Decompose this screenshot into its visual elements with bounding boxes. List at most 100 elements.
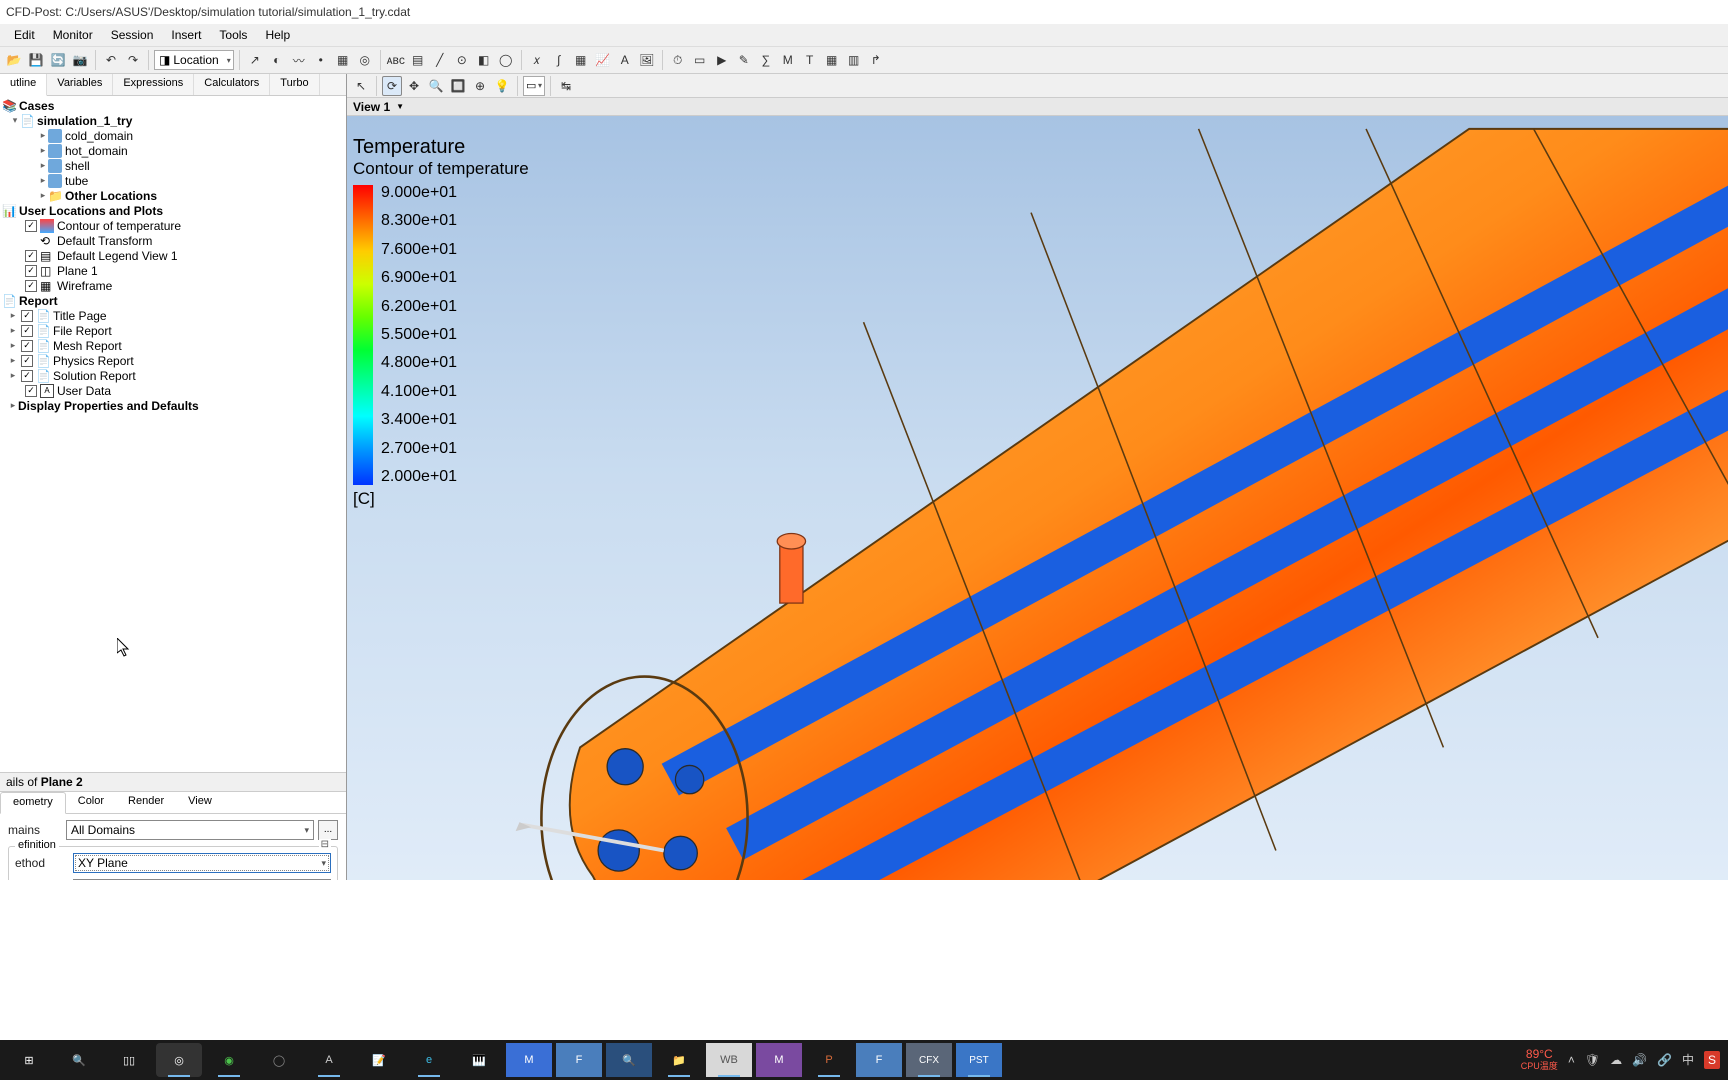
tab-turbo[interactable]: Turbo: [270, 74, 319, 95]
view-menu-icon[interactable]: ▼: [396, 102, 404, 111]
app-m1[interactable]: M: [506, 1043, 552, 1077]
tray-volume-icon[interactable]: 🔊: [1632, 1053, 1647, 1067]
calculator-icon[interactable]: ∑: [756, 50, 776, 70]
func1-icon[interactable]: ▦: [822, 50, 842, 70]
checkbox[interactable]: [21, 340, 33, 352]
rotate-light-icon[interactable]: 💡: [492, 76, 512, 96]
tab-variables[interactable]: Variables: [47, 74, 113, 95]
sync-icon[interactable]: ↹: [556, 76, 576, 96]
tree-item[interactable]: Wireframe: [57, 279, 112, 293]
point-icon[interactable]: ⊙: [452, 50, 472, 70]
display-props-node[interactable]: Display Properties and Defaults: [18, 399, 199, 413]
surface-icon[interactable]: ◯: [496, 50, 516, 70]
checkbox[interactable]: [25, 280, 37, 292]
checkbox[interactable]: [21, 355, 33, 367]
tree-item[interactable]: Physics Report: [53, 354, 134, 368]
domains-dropdown[interactable]: All Domains: [66, 820, 314, 840]
start-button[interactable]: ⊞: [6, 1043, 52, 1077]
timestep-icon[interactable]: ▭: [690, 50, 710, 70]
app-f2[interactable]: F: [856, 1043, 902, 1077]
comment-icon[interactable]: A: [615, 50, 635, 70]
case-node[interactable]: simulation_1_try: [37, 114, 132, 128]
text-icon[interactable]: ᴀʙᴄ: [386, 50, 406, 70]
collapse-icon[interactable]: ⊟: [319, 839, 331, 850]
macro-icon[interactable]: M: [778, 50, 798, 70]
expand-icon[interactable]: ▸: [8, 325, 18, 336]
animation-icon[interactable]: ▶: [712, 50, 732, 70]
app-obs[interactable]: ◎: [156, 1043, 202, 1077]
tree-item[interactable]: Title Page: [53, 309, 107, 323]
domain-node[interactable]: hot_domain: [65, 144, 128, 158]
domain-node[interactable]: shell: [65, 159, 90, 173]
search-button[interactable]: 🔍: [56, 1043, 102, 1077]
tray-net-icon[interactable]: 🔗: [1657, 1053, 1672, 1067]
isosurface-icon[interactable]: ◎: [355, 50, 375, 70]
timer-icon[interactable]: ⏱: [668, 50, 688, 70]
app-fluent[interactable]: F: [556, 1043, 602, 1077]
particle-icon[interactable]: •: [311, 50, 331, 70]
menu-help[interactable]: Help: [257, 26, 298, 44]
cpu-temp-widget[interactable]: 89°C CPU温度: [1521, 1048, 1558, 1071]
redo-icon[interactable]: ↷: [123, 50, 143, 70]
other-loc-node[interactable]: Other Locations: [65, 189, 157, 203]
pan-icon[interactable]: ✥: [404, 76, 424, 96]
app-browser[interactable]: ◉: [206, 1043, 252, 1077]
tab-view[interactable]: View: [176, 792, 224, 813]
outline-tree[interactable]: 📚 Cases ▾ 📄 simulation_1_try ▸cold_domai…: [0, 96, 346, 772]
volume-icon[interactable]: ▦: [333, 50, 353, 70]
domain-node[interactable]: cold_domain: [65, 129, 133, 143]
tray-up-icon[interactable]: ˄: [1568, 1053, 1575, 1067]
app-m2[interactable]: M: [756, 1043, 802, 1077]
streamline-icon[interactable]: 〰: [289, 50, 309, 70]
refresh-icon[interactable]: 🔄: [48, 50, 68, 70]
checkbox[interactable]: [25, 385, 37, 397]
snapshot-icon[interactable]: 📷: [70, 50, 90, 70]
expand-icon[interactable]: ▸: [8, 310, 18, 321]
turbo-icon[interactable]: T: [800, 50, 820, 70]
tab-geometry[interactable]: eometry: [0, 792, 66, 814]
report-node[interactable]: Report: [19, 294, 58, 308]
tray-security-icon[interactable]: 🛡: [1585, 1053, 1600, 1067]
vector-icon[interactable]: ↗: [245, 50, 265, 70]
expand-icon[interactable]: ▸: [38, 175, 48, 186]
tab-color[interactable]: Color: [66, 792, 116, 813]
domain-node[interactable]: tube: [65, 174, 88, 188]
select-icon[interactable]: ↖: [351, 76, 371, 96]
tab-expressions[interactable]: Expressions: [113, 74, 194, 95]
view-name[interactable]: View 1: [353, 100, 390, 114]
save-icon[interactable]: 💾: [26, 50, 46, 70]
menu-session[interactable]: Session: [103, 26, 162, 44]
expand-icon[interactable]: ▸: [8, 400, 18, 411]
clip-icon[interactable]: ◧: [474, 50, 494, 70]
app-piano[interactable]: 🎹: [456, 1043, 502, 1077]
fit-icon[interactable]: ⊕: [470, 76, 490, 96]
expand-icon[interactable]: ▸: [8, 340, 18, 351]
variable-icon[interactable]: 𝑥: [527, 50, 547, 70]
expand-icon[interactable]: ▸: [8, 370, 18, 381]
checkbox[interactable]: [21, 310, 33, 322]
cases-node[interactable]: Cases: [19, 99, 54, 113]
app-cfx[interactable]: CFX: [906, 1043, 952, 1077]
menu-edit[interactable]: Edit: [6, 26, 43, 44]
tab-outline[interactable]: utline: [0, 74, 47, 96]
app-ppt[interactable]: P: [806, 1043, 852, 1077]
method-dropdown[interactable]: XY Plane: [73, 853, 331, 873]
checkbox[interactable]: [21, 325, 33, 337]
table-icon[interactable]: ▦: [571, 50, 591, 70]
expand-icon[interactable]: ▸: [38, 190, 48, 201]
expand-icon[interactable]: ▸: [38, 130, 48, 141]
tree-item[interactable]: User Data: [57, 384, 111, 398]
app-autocad[interactable]: A: [306, 1043, 352, 1077]
tray-cloud-icon[interactable]: ☁: [1610, 1053, 1622, 1067]
tree-item[interactable]: Default Legend View 1: [57, 249, 178, 263]
line-icon[interactable]: ╱: [430, 50, 450, 70]
undo-icon[interactable]: ↶: [101, 50, 121, 70]
tray-input-icon[interactable]: S: [1704, 1051, 1720, 1069]
collapse-icon[interactable]: ▾: [10, 115, 20, 126]
checkbox[interactable]: [25, 265, 37, 277]
expression-icon[interactable]: ∫: [549, 50, 569, 70]
zoom-in-icon[interactable]: 🔍: [426, 76, 446, 96]
app-edge[interactable]: e: [406, 1043, 452, 1077]
app-scope[interactable]: 🔍: [606, 1043, 652, 1077]
menu-tools[interactable]: Tools: [211, 26, 255, 44]
